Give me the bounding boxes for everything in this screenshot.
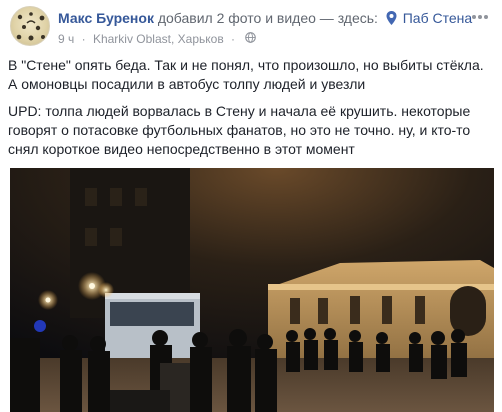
post-header: Макс Буренок добавил 2 фото и видео — зд…: [10, 6, 480, 50]
place-link[interactable]: Паб Стена: [403, 10, 472, 26]
post-title-line: Макс Буренок добавил 2 фото и видео — зд…: [58, 10, 472, 26]
author-name[interactable]: Макс Буренок: [58, 10, 154, 26]
avatar[interactable]: [10, 6, 50, 46]
post-text-paragraph-1: В "Стене" опять беда. Так и не понял, чт…: [8, 57, 484, 92]
post-action-text: добавил 2 фото и видео — здесь:: [157, 10, 378, 26]
post-timestamp[interactable]: 9 ч: [58, 32, 74, 46]
facebook-post: Макс Буренок добавил 2 фото и видео — зд…: [0, 0, 502, 412]
more-options-icon[interactable]: [472, 6, 492, 20]
post-meta: 9 ч · Kharkiv Oblast, Харьков ·: [58, 31, 257, 46]
post-photo[interactable]: [10, 168, 494, 412]
location-pin-icon: [386, 11, 397, 25]
globe-icon[interactable]: [245, 32, 257, 43]
meta-separator: ·: [231, 31, 236, 46]
meta-separator: ·: [81, 31, 86, 46]
post-location[interactable]: Kharkiv Oblast, Харьков: [93, 32, 224, 46]
post-text-paragraph-2: UPD: толпа людей ворвалась в Стену и нач…: [8, 103, 471, 157]
